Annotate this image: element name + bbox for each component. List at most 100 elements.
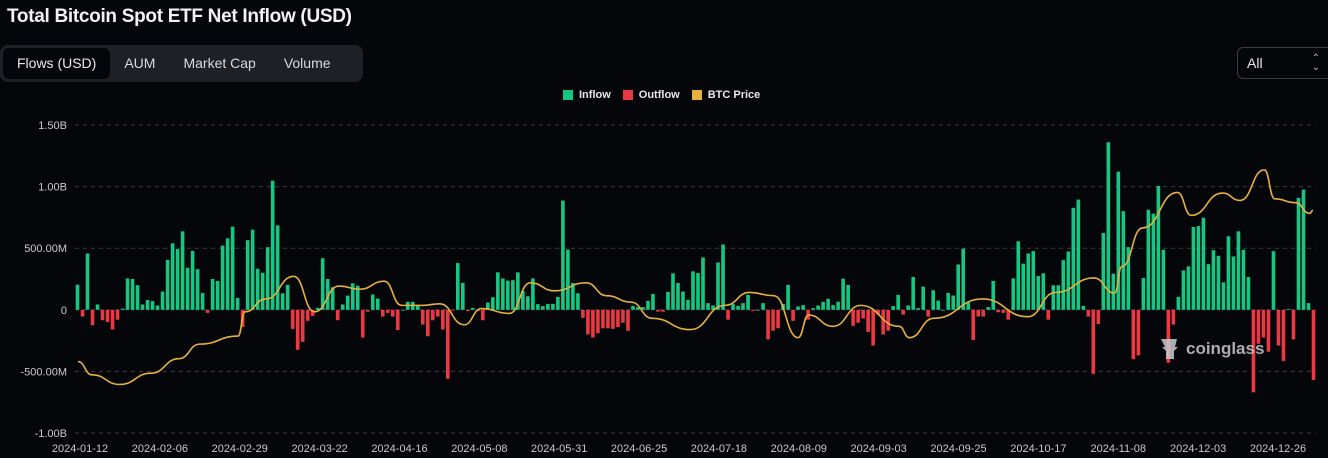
- inflow-bar: [646, 300, 650, 310]
- inflow-bar: [340, 304, 345, 310]
- inflow-bar: [245, 240, 250, 310]
- outflow-bar: [1261, 309, 1266, 338]
- outflow-bar: [385, 309, 390, 313]
- inflow-bar: [155, 305, 160, 310]
- inflow-bar: [370, 294, 375, 310]
- inflow-bar: [1306, 303, 1311, 310]
- inflow-bar: [1211, 250, 1216, 310]
- inflow-bar: [816, 305, 820, 310]
- inflow-bar: [125, 278, 130, 310]
- inflow-bar: [716, 262, 720, 310]
- outflow-bar: [290, 309, 295, 329]
- inflow-bar: [836, 301, 840, 310]
- x-tick-label: 2024-03-22: [291, 443, 347, 455]
- x-tick-label: 2024-09-03: [851, 443, 907, 455]
- inflow-bar: [961, 248, 966, 310]
- outflow-bar: [430, 309, 435, 321]
- inflow-bar: [120, 308, 125, 310]
- inflow-bar: [786, 284, 790, 310]
- outflow-bar: [1281, 309, 1286, 361]
- inflow-bar: [631, 305, 635, 310]
- inflow-bar: [1026, 253, 1031, 310]
- inflow-bar: [891, 306, 895, 310]
- inflow-bar: [1221, 282, 1226, 310]
- inflow-bar: [1236, 231, 1241, 310]
- outflow-bar: [586, 309, 590, 335]
- outflow-bar: [1001, 309, 1006, 313]
- x-tick-label: 2024-06-25: [611, 443, 667, 455]
- inflow-bar: [345, 295, 350, 310]
- outflow-bar: [335, 309, 340, 321]
- coinglass-watermark: coinglass: [1158, 336, 1264, 362]
- y-tick-label: -500.00M: [21, 366, 67, 378]
- inflow-bar: [841, 278, 845, 310]
- outflow-bar: [996, 309, 1001, 313]
- inflow-bar: [1231, 256, 1236, 310]
- inflow-bar: [1111, 273, 1116, 310]
- inflow-bar: [85, 253, 90, 310]
- inflow-bar: [576, 293, 580, 310]
- inflow-bar: [471, 307, 475, 310]
- outflow-bar: [856, 309, 860, 323]
- inflow-bar: [941, 309, 946, 311]
- y-tick-label: 500.00M: [24, 243, 67, 255]
- inflow-bar: [130, 279, 135, 310]
- y-tick-label: 1.50B: [38, 120, 67, 132]
- inflow-bar: [95, 304, 100, 310]
- outflow-bar: [1136, 309, 1141, 356]
- inflow-bar: [946, 292, 951, 310]
- inflow-bar: [1151, 213, 1156, 310]
- inflow-bar: [686, 299, 690, 310]
- outflow-bar: [851, 309, 855, 326]
- inflow-bar: [921, 286, 925, 310]
- inflow-bar: [1286, 309, 1291, 310]
- inflow-bar: [461, 282, 465, 310]
- outflow-bar: [105, 309, 110, 323]
- y-tick-label: 1.00B: [38, 182, 67, 194]
- inflow-bar: [496, 272, 500, 310]
- inflow-bar: [140, 304, 145, 310]
- outflow-bar: [110, 309, 115, 330]
- inflow-bar: [821, 301, 825, 310]
- outflow-bar: [791, 309, 795, 321]
- inflow-bar: [315, 307, 320, 310]
- inflow-bar: [546, 303, 550, 310]
- outflow-bar: [861, 309, 865, 319]
- inflow-bar: [145, 299, 150, 310]
- inflow-bar: [1066, 251, 1071, 310]
- inflow-bar: [1101, 232, 1106, 310]
- outflow-bar: [626, 309, 630, 331]
- inflow-bar: [195, 269, 200, 310]
- inflow-bar: [846, 284, 850, 310]
- inflow-bar: [761, 303, 765, 310]
- inflow-bar: [801, 305, 805, 310]
- inflow-bar: [756, 309, 760, 311]
- outflow-bar: [621, 309, 625, 323]
- x-tick-label: 2024-10-17: [1010, 443, 1066, 455]
- outflow-bar: [751, 309, 755, 312]
- outflow-bar: [100, 309, 105, 321]
- outflow-bar: [1311, 309, 1316, 381]
- inflow-bar: [491, 297, 495, 310]
- inflow-bar: [150, 301, 155, 310]
- inflow-bar: [185, 267, 190, 310]
- inflow-bar: [551, 303, 555, 310]
- inflow-bar: [736, 305, 740, 310]
- coinglass-logo-icon: [1161, 339, 1178, 359]
- inflow-bar: [1161, 249, 1166, 310]
- outflow-bar: [1046, 309, 1051, 320]
- outflow-bar: [80, 309, 85, 317]
- inflow-bar: [991, 280, 996, 310]
- inflow-bar: [1051, 285, 1056, 310]
- inflow-bar: [175, 248, 180, 310]
- inflow-bar: [1081, 305, 1086, 310]
- inflow-bar: [1201, 217, 1206, 310]
- inflow-bar: [696, 273, 700, 310]
- inflow-bar: [160, 291, 165, 310]
- inflow-bar: [456, 263, 460, 310]
- inflow-bar: [1191, 227, 1196, 310]
- inflow-bar: [280, 293, 285, 310]
- x-tick-label: 2024-02-06: [132, 443, 188, 455]
- inflow-bar: [170, 243, 175, 310]
- inflow-bar: [1141, 278, 1146, 310]
